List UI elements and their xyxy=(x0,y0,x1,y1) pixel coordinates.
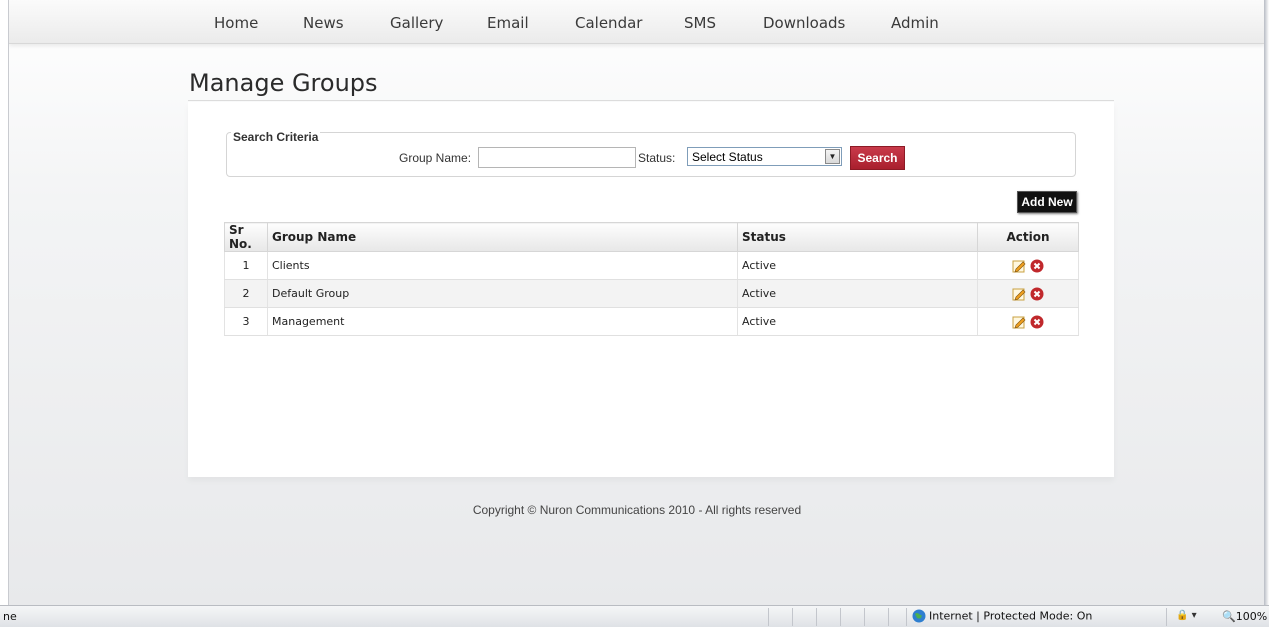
browser-status-bar: ne Internet | Protected Mode: On 🔒 ▾ 🔍10… xyxy=(0,605,1269,627)
group-name-label: Group Name: xyxy=(399,151,472,165)
cell-status: Active xyxy=(737,307,978,336)
cell-group-name: Management xyxy=(267,307,738,336)
nav-sms[interactable]: SMS xyxy=(684,14,716,32)
delete-icon[interactable] xyxy=(1030,315,1044,329)
delete-icon[interactable] xyxy=(1030,259,1044,273)
status-text: ne xyxy=(3,610,17,623)
status-divider xyxy=(1166,608,1167,626)
header-group-name: Group Name xyxy=(267,222,738,252)
page-title: Manage Groups xyxy=(189,69,378,97)
status-select[interactable]: Select Status ▼ xyxy=(687,147,842,166)
globe-icon xyxy=(912,609,926,623)
nav-calendar[interactable]: Calendar xyxy=(575,14,642,32)
header-action: Action xyxy=(977,222,1079,252)
edit-icon[interactable] xyxy=(1012,287,1026,301)
nav-gallery[interactable]: Gallery xyxy=(390,14,443,32)
top-nav: Home News Gallery Email Calendar SMS Dow… xyxy=(9,0,1264,44)
status-label: Status: xyxy=(638,151,676,165)
cell-sr-no: 3 xyxy=(224,307,268,336)
zoom-value: 100% xyxy=(1235,610,1268,623)
status-divider xyxy=(888,608,889,626)
cell-status: Active xyxy=(737,251,978,280)
content-panel: Search Criteria Group Name: Status: Sele… xyxy=(188,102,1114,477)
chevron-down-icon[interactable]: ▼ xyxy=(825,149,840,164)
groups-table: Sr No. Group Name Status Action 1 Client… xyxy=(224,222,1079,336)
table-header-row: Sr No. Group Name Status Action xyxy=(224,222,1079,252)
status-divider xyxy=(864,608,865,626)
cell-sr-no: 2 xyxy=(224,279,268,308)
cell-group-name: Default Group xyxy=(267,279,738,308)
window-edge xyxy=(1264,0,1269,605)
status-divider xyxy=(768,608,769,626)
header-status: Status xyxy=(737,222,978,252)
table-row: 3 Management Active xyxy=(224,307,1079,336)
zoom-level[interactable]: 🔍100% xyxy=(1222,610,1267,623)
nav-downloads[interactable]: Downloads xyxy=(763,14,845,32)
group-name-input[interactable] xyxy=(478,147,636,168)
status-divider xyxy=(906,608,907,626)
protected-mode-icon[interactable]: 🔒 ▾ xyxy=(1176,610,1197,621)
edit-icon[interactable] xyxy=(1012,259,1026,273)
search-button[interactable]: Search xyxy=(850,146,905,170)
nav-email[interactable]: Email xyxy=(487,14,529,32)
search-criteria-legend: Search Criteria xyxy=(231,130,321,144)
security-zone-label: Internet | Protected Mode: On xyxy=(929,609,1093,623)
cell-action xyxy=(977,307,1079,336)
zoom-icon: 🔍 xyxy=(1222,610,1236,623)
add-new-button[interactable]: Add New xyxy=(1017,191,1077,213)
cell-sr-no: 1 xyxy=(224,251,268,280)
nav-admin[interactable]: Admin xyxy=(891,14,939,32)
footer-copyright: Copyright © Nuron Communications 2010 - … xyxy=(472,503,802,517)
nav-news[interactable]: News xyxy=(303,14,344,32)
browser-viewport: Home News Gallery Email Calendar SMS Dow… xyxy=(8,0,1264,605)
nav-home[interactable]: Home xyxy=(214,14,258,32)
status-select-value: Select Status xyxy=(692,150,763,164)
cell-action xyxy=(977,279,1079,308)
title-divider xyxy=(188,100,1114,101)
table-row: 2 Default Group Active xyxy=(224,279,1079,308)
cell-status: Active xyxy=(737,279,978,308)
edit-icon[interactable] xyxy=(1012,315,1026,329)
status-divider xyxy=(792,608,793,626)
status-divider xyxy=(816,608,817,626)
cell-group-name: Clients xyxy=(267,251,738,280)
delete-icon[interactable] xyxy=(1030,287,1044,301)
search-criteria-fieldset: Search Criteria Group Name: Status: Sele… xyxy=(226,130,1076,177)
status-divider xyxy=(840,608,841,626)
cell-action xyxy=(977,251,1079,280)
security-zone[interactable]: Internet | Protected Mode: On xyxy=(912,609,1092,623)
header-sr-no: Sr No. xyxy=(224,222,268,252)
table-row: 1 Clients Active xyxy=(224,251,1079,280)
